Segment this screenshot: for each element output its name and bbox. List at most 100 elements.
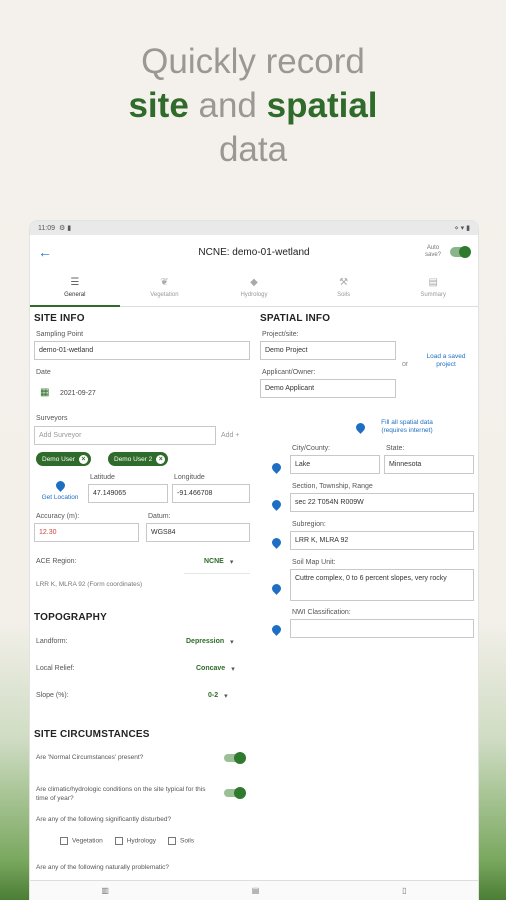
problematic-question: Are any of the following naturally probl… [36,864,169,871]
headline-line-2: site and spatial [0,84,506,128]
disturbed-hydrology-label: Hydrology [126,837,156,845]
sampling-point-input[interactable]: demo-01-wetland [34,341,250,360]
autosave-label: Auto save? [424,245,441,258]
back-icon[interactable]: ▯ [402,886,406,895]
landform-value: Depression [186,638,225,645]
normal-circumstances-toggle[interactable] [224,752,246,764]
topography-heading: TOPOGRAPHY [34,612,107,623]
water-drop-icon: ◆ [250,277,258,288]
lrr-text: LRR K, MLRA 92 (Form coordinates) [36,581,143,588]
city-county-label: City/County: [292,445,331,452]
surveyor-chip[interactable]: Demo User × [36,452,91,466]
status-time: 11:09 [38,224,55,232]
disturbed-vegetation-label: Vegetation [72,837,103,845]
tab-vegetation-label: Vegetation [150,292,179,298]
accuracy-input[interactable]: 12.30 [34,523,139,542]
section-tabs: ☰ General ❦ Vegetation ◆ Hydrology ⚒ Soils ▤… [30,269,478,307]
nwi-classification-input[interactable] [290,619,474,638]
local-relief-dropdown[interactable]: Concave ▾ [196,665,235,673]
site-info-heading: SITE INFO [34,313,85,324]
disturbed-soils-checkbox[interactable]: Soils [168,837,194,845]
home-icon[interactable]: ▤ [252,886,260,895]
datum-label: Datum: [148,513,171,520]
longitude-input[interactable]: -91.466708 [172,484,250,503]
close-icon[interactable]: × [156,454,166,464]
tab-hydrology-label: Hydrology [240,292,268,298]
autosave-control: Auto save? [422,245,471,259]
city-county-input[interactable]: Lake [290,455,380,474]
subregion-label: Subregion: [292,521,326,528]
add-surveyor-input[interactable]: Add Surveyor [34,426,216,445]
project-label: Project/site: [262,331,299,338]
state-input[interactable]: Minnesota [384,455,474,474]
applicant-input[interactable]: Demo Applicant [260,379,396,398]
location-pin-icon[interactable] [270,582,283,595]
normal-circumstances-question: Are 'Normal Circumstances' present? [36,754,144,761]
leaf-icon: ❦ [160,277,169,288]
location-pin-icon[interactable] [54,479,67,492]
nwi-classification-label: NWI Classification: [292,609,351,616]
subregion-input[interactable]: LRR K, MLRA 92 [290,531,474,550]
chip-label: Demo User [42,455,75,463]
get-location-button[interactable]: Get Location [36,494,84,502]
form-content: SITE INFO Sampling Point demo-01-wetland… [30,307,478,877]
recents-icon[interactable]: ▥ [101,886,109,895]
tab-summary[interactable]: ▤ Summary [388,269,478,306]
location-pin-icon[interactable] [270,461,283,474]
section-township-range-input[interactable]: sec 22 T054N R009W [290,493,474,512]
back-arrow-icon[interactable]: ← [38,244,58,260]
soil-map-unit-label: Soil Map Unit: [292,559,336,566]
chip-label: Demo User 2 [114,455,153,463]
tab-vegetation[interactable]: ❦ Vegetation [120,269,210,306]
landform-label: Landform: [36,638,68,645]
chevron-down-icon: ▾ [230,639,234,646]
soil-map-unit-input[interactable]: Cuttre complex, 0 to 6 percent slopes, v… [290,569,474,601]
project-input[interactable]: Demo Project [260,341,396,360]
landform-dropdown[interactable]: Depression ▾ [186,638,234,646]
add-surveyor-button[interactable]: Add + [221,432,240,439]
location-pin-icon[interactable] [354,421,367,434]
list-icon: ☰ [70,277,80,288]
tab-hydrology[interactable]: ◆ Hydrology [209,269,299,306]
close-icon[interactable]: × [78,454,88,464]
surveyors-label: Surveyors [36,415,68,422]
tab-general[interactable]: ☰ General [30,269,120,307]
state-label: State: [386,445,405,452]
ace-region-value: NCNE [204,558,224,565]
ace-region-label: ACE Region: [36,558,77,565]
longitude-label: Longitude [174,474,205,481]
date-value[interactable]: 2021-09-27 [60,390,96,397]
slope-value: 0-2 [208,692,219,699]
climatic-conditions-toggle[interactable] [224,787,246,799]
disturbed-hydrology-checkbox[interactable]: Hydrology [114,837,156,845]
surveyor-chip[interactable]: Demo User 2 × [108,452,169,466]
applicant-label: Applicant/Owner: [262,369,316,376]
location-pin-icon[interactable] [270,498,283,511]
accuracy-label: Accuracy (m): [36,513,80,520]
tab-soils[interactable]: ⚒ Soils [299,269,389,306]
location-pin-icon[interactable] [270,536,283,549]
headline-and: and [188,86,267,125]
tab-soils-label: Soils [337,292,351,298]
divider [184,573,250,574]
calendar-icon[interactable]: ▦ [40,387,49,398]
datum-input[interactable]: WGS84 [146,523,250,542]
ace-region-dropdown[interactable]: NCNE ▾ [204,558,233,566]
fill-all-spatial-data-link[interactable]: Fill all spatial data (requires internet… [368,419,446,435]
latitude-input[interactable]: 47.149065 [88,484,168,503]
local-relief-label: Local Relief: [36,665,75,672]
promo-headline: Quickly record site and spatial data [0,40,506,172]
slope-dropdown[interactable]: 0-2 ▾ [208,692,228,700]
location-pin-icon[interactable] [270,623,283,636]
autosave-toggle[interactable] [450,246,471,258]
chevron-down-icon: ▾ [231,666,235,673]
load-saved-project-link[interactable]: Load a saved project [418,353,474,369]
disturbed-question: Are any of the following significantly d… [36,816,172,823]
sampling-point-label: Sampling Point [36,331,84,338]
status-icons-right: ⋄ ▾ ▮ [454,225,470,232]
or-text: or [402,361,409,368]
headline-line-1: Quickly record [141,42,365,81]
bottom-nav: ▥ ▤ ▯ [30,880,478,900]
disturbed-vegetation-checkbox[interactable]: Vegetation [60,837,103,845]
tab-general-label: General [64,292,86,298]
